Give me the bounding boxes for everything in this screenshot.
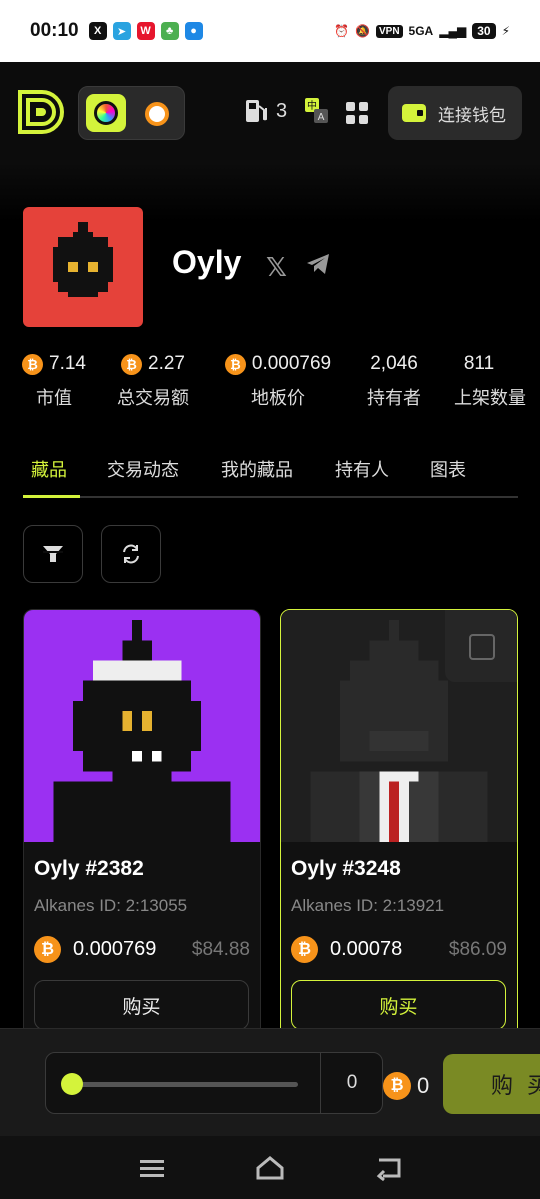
alkanes-icon: [94, 101, 118, 125]
filter-button[interactable]: [23, 525, 83, 583]
sweep-count-input[interactable]: 0: [321, 1053, 383, 1113]
battery-level: 30: [472, 23, 496, 39]
charging-icon: ⚡: [501, 24, 510, 38]
nft-alkanes-id: Alkanes ID: 2:13055: [34, 896, 188, 915]
nft-image: [24, 610, 260, 842]
status-bar: 00:10 X ➤ W ♣ ● ⏰ 🔕 VPN 5GA ▂▄▆ 30 ⚡: [0, 0, 540, 62]
tab-activity[interactable]: 交易动态: [107, 456, 179, 482]
back-icon[interactable]: [375, 1154, 405, 1182]
chain-alkanes-button[interactable]: [86, 94, 126, 132]
bulk-buy-button[interactable]: 购买: [443, 1054, 540, 1114]
stat-holders: 2,046 持有者: [358, 352, 430, 410]
logo-icon[interactable]: [16, 88, 64, 136]
language-icon[interactable]: 中 A: [305, 98, 329, 124]
tab-items[interactable]: 藏品: [31, 456, 67, 482]
nft-price-btc: 0.000769: [73, 938, 157, 960]
chain-switcher: [78, 86, 185, 140]
misc-app-icon: ●: [184, 22, 203, 40]
stat-listed: 811 上架数量: [450, 352, 540, 410]
buy-button[interactable]: 购买: [291, 980, 506, 1030]
bitcoin-icon: ₿: [22, 353, 43, 375]
slider-handle[interactable]: [61, 1073, 83, 1095]
vpn-badge: VPN: [375, 24, 403, 38]
telegram-app-icon: ➤: [112, 22, 131, 40]
weibo-app-icon: W: [136, 22, 155, 40]
sweep-total: ₿ 0: [383, 1072, 429, 1100]
sweep-total-value: 0: [417, 1073, 430, 1098]
telegram-icon[interactable]: [304, 250, 332, 278]
collection-avatar: [23, 207, 143, 327]
bitcoin-icon: ₿: [121, 353, 142, 375]
stat-market-cap: ₿ 7.14 市值: [20, 352, 88, 410]
nft-card[interactable]: Oyly #2382 Alkanes ID: 2:13055 ₿ 0.00076…: [23, 609, 261, 1039]
gas-pump-icon: [246, 100, 267, 122]
apps-grid-icon[interactable]: [346, 102, 368, 124]
stat-label: 地板价: [251, 388, 305, 408]
stat-value: 0.000769: [251, 353, 332, 374]
bitcoin-icon: ₿: [224, 353, 246, 375]
gas-indicator[interactable]: 3: [244, 98, 287, 124]
tab-chart[interactable]: 图表: [430, 456, 466, 482]
nft-price-usd: $84.88: [191, 938, 250, 960]
bulk-buy-bar: 0 ₿ 0 购买: [0, 1028, 540, 1136]
nft-title: Oyly #3248: [291, 857, 401, 880]
app-header: 3 中 A 连接钱包: [0, 62, 540, 162]
x-app-icon: X: [88, 22, 107, 40]
chain-bitcoin-button[interactable]: [145, 102, 169, 126]
signal-icon: ▂▄▆: [439, 24, 467, 38]
nft-price: ₿ 0.00078 $86.09: [291, 936, 507, 963]
filter-icon: [43, 546, 63, 562]
status-indicators: ⏰ 🔕 VPN 5GA ▂▄▆ 30 ⚡: [334, 23, 510, 39]
stat-value: 7.14: [49, 353, 86, 374]
stat-label: 持有者: [367, 388, 421, 408]
mute-icon: 🔕: [355, 24, 370, 38]
nft-price-btc: 0.00078: [330, 938, 403, 960]
home-icon[interactable]: [255, 1154, 285, 1182]
nft-alkanes-id: Alkanes ID: 2:13921: [291, 896, 445, 915]
game-app-icon: ♣: [160, 22, 179, 40]
stat-label: 总交易额: [117, 388, 189, 408]
collection-name: Oyly: [172, 244, 242, 280]
stat-value: 2,046: [370, 353, 418, 374]
collection-page: Oyly 𝕏 ₿ 7.14 市值 ₿ 2.27 总交易额 ₿ 0.000769 地板价…: [0, 162, 540, 1039]
collection-tabs: 藏品 交易动态 我的藏品 持有人 图表: [23, 452, 518, 498]
status-time: 00:10: [30, 20, 79, 41]
bitcoin-icon: ₿: [34, 936, 61, 963]
active-tab-indicator: [23, 495, 80, 498]
select-checkbox[interactable]: [445, 610, 517, 682]
slider-track[interactable]: [72, 1082, 298, 1087]
tab-my-items[interactable]: 我的藏品: [221, 456, 293, 482]
alarm-icon: ⏰: [334, 24, 350, 38]
system-nav-bar: [0, 1136, 540, 1199]
tab-holders[interactable]: 持有人: [335, 456, 389, 482]
gas-count: 3: [276, 99, 288, 122]
svg-text:A: A: [318, 112, 325, 123]
nft-title: Oyly #2382: [34, 857, 144, 880]
connect-wallet-label: 连接钱包: [438, 105, 506, 125]
menu-icon[interactable]: [137, 1154, 167, 1182]
nft-price: ₿ 0.000769 $84.88: [34, 936, 250, 963]
connect-wallet-button[interactable]: 连接钱包: [388, 86, 522, 140]
stat-floor-price: ₿ 0.000769 地板价: [218, 352, 338, 410]
sweep-slider: 0: [45, 1052, 383, 1114]
stat-value: 811: [463, 353, 495, 374]
wallet-icon: [402, 104, 426, 122]
nft-price-usd: $86.09: [448, 938, 507, 960]
stat-label: 上架数量: [454, 388, 526, 408]
buy-button[interactable]: 购买: [34, 980, 249, 1030]
x-social-icon[interactable]: 𝕏: [266, 252, 287, 283]
nft-card[interactable]: Oyly #3248 Alkanes ID: 2:13921 ₿ 0.00078…: [280, 609, 518, 1039]
stat-label: 市值: [36, 388, 72, 408]
bitcoin-icon: ₿: [383, 1072, 411, 1100]
refresh-button[interactable]: [101, 525, 161, 583]
stat-value: 2.27: [148, 353, 185, 374]
stat-total-volume: ₿ 2.27 总交易额: [108, 352, 198, 410]
collection-stats: ₿ 7.14 市值 ₿ 2.27 总交易额 ₿ 0.000769 地板价 2,046 …: [0, 352, 540, 412]
bitcoin-icon: ₿: [291, 936, 318, 963]
refresh-icon: [123, 544, 139, 564]
network-label: 5GA: [408, 24, 434, 38]
